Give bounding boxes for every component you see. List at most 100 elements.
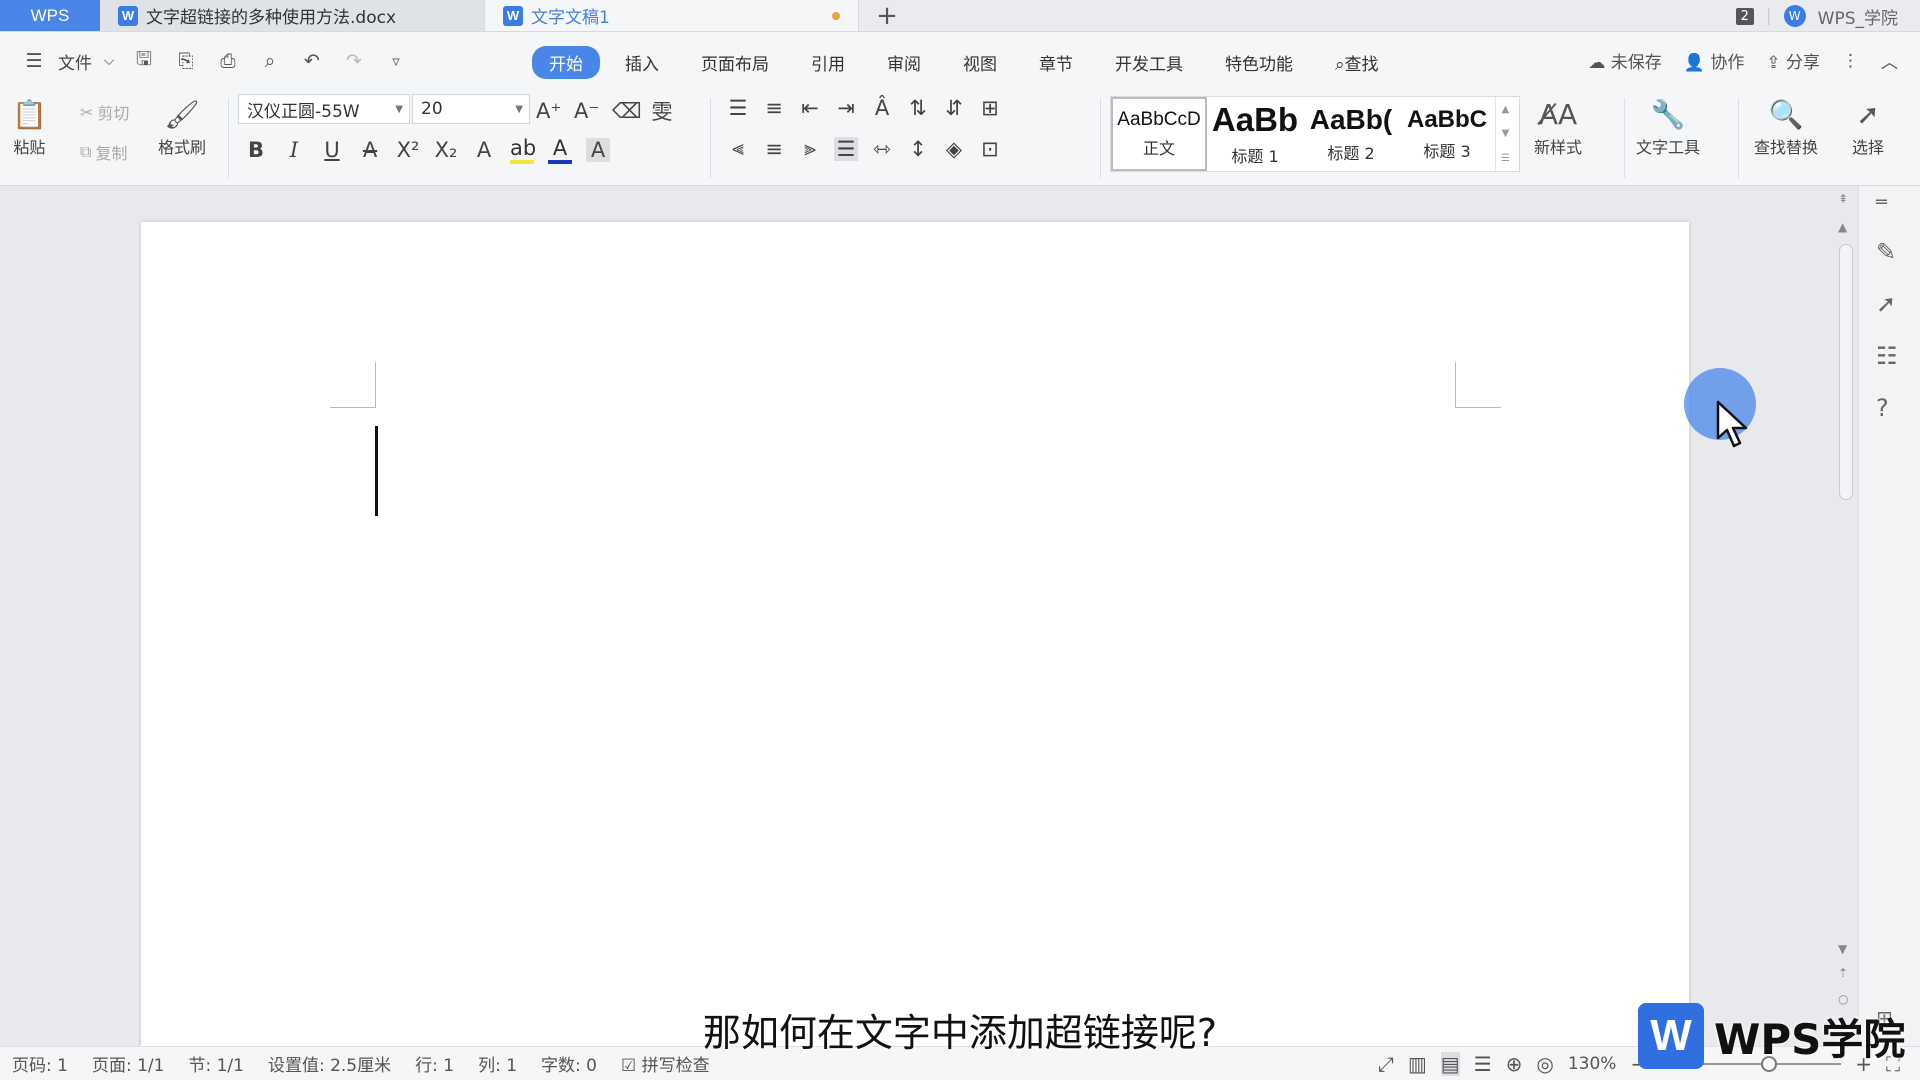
share-button[interactable]: ⇪ 分享 [1766, 48, 1820, 73]
distribute-icon[interactable]: ⇿ [870, 137, 894, 161]
export-pdf-icon[interactable]: ⎘ [168, 46, 204, 76]
help-icon[interactable]: ? [1876, 394, 1889, 422]
document-page[interactable] [141, 222, 1689, 1062]
paste-button[interactable]: 📋 粘贴 [12, 94, 47, 158]
wps-home-tab[interactable]: WPS [0, 0, 100, 31]
search-menu[interactable]: ⌕查找 [1318, 46, 1396, 79]
status-row[interactable]: 行: 1 [403, 1051, 466, 1076]
shrink-font-icon[interactable]: A⁻ [574, 99, 599, 123]
bold-icon[interactable]: B [244, 138, 268, 162]
subscript-icon[interactable]: X₂ [434, 138, 458, 162]
text-effect-icon[interactable]: A [472, 138, 496, 162]
unsaved-status[interactable]: ☁ 未保存 [1588, 48, 1661, 73]
prev-page-icon[interactable]: ⇡ [1838, 966, 1848, 980]
file-menu[interactable]: 文件 [58, 49, 92, 74]
justify-icon[interactable]: ☰ [834, 136, 858, 161]
table-icon[interactable]: ⊞ [978, 96, 1002, 120]
outline-view-icon[interactable]: ☰ [1474, 1052, 1492, 1076]
clear-format-icon[interactable]: ⌫ [612, 99, 642, 123]
document-tab-hyperlink[interactable]: W 文字超链接的多种使用方法.docx [100, 0, 485, 31]
increase-indent-icon[interactable]: ⇥ [834, 96, 858, 120]
tab-developer[interactable]: 开发工具 [1098, 46, 1200, 79]
tab-special-features[interactable]: 特色功能 [1208, 46, 1310, 79]
align-center-icon[interactable]: ≡ [762, 137, 786, 161]
borders-icon[interactable]: ⊡ [978, 137, 1002, 161]
status-pages[interactable]: 页面: 1/1 [80, 1051, 177, 1076]
char-shading-icon[interactable]: A [586, 138, 610, 162]
tab-home[interactable]: 开始 [532, 46, 600, 79]
paragraph-spacing-icon[interactable]: ↕ [906, 137, 930, 161]
numbered-list-icon[interactable]: ≡ [762, 96, 786, 120]
more-options-icon[interactable]: ⋮ [1842, 51, 1859, 71]
save-icon[interactable]: 🖫 [126, 46, 162, 76]
user-avatar-icon[interactable]: W [1783, 5, 1806, 27]
style-heading-1[interactable]: AaBb 标题 1 [1207, 97, 1303, 171]
tab-page-layout[interactable]: 页面布局 [684, 46, 786, 79]
settings-sliders-icon[interactable]: ☷ [1876, 342, 1898, 370]
expand-gallery-icon[interactable]: ☰ [1501, 153, 1510, 164]
scroll-up-icon[interactable]: ▲ [1838, 220, 1847, 234]
font-color-icon[interactable]: A [548, 136, 572, 164]
web-view-icon[interactable]: ⊕ [1506, 1052, 1523, 1076]
select-button[interactable]: ➚ 选择 [1852, 94, 1884, 158]
new-style-button[interactable]: A̸A 新样式 [1534, 94, 1582, 158]
collaborate-button[interactable]: 👤 协作 [1684, 48, 1745, 73]
tab-review[interactable]: 审阅 [870, 46, 938, 79]
underline-icon[interactable]: U [320, 138, 344, 162]
status-column[interactable]: 列: 1 [466, 1051, 529, 1076]
print-preview-icon[interactable]: ⌕ [252, 46, 288, 76]
reading-view-icon[interactable]: ▥ [1408, 1052, 1427, 1076]
document-tab-active[interactable]: W 文字文稿1 [485, 0, 859, 31]
cut-button[interactable]: ✂ 剪切 [80, 100, 129, 124]
new-tab-button[interactable]: + [859, 0, 915, 31]
scroll-down-icon[interactable]: ▼ [1838, 942, 1847, 956]
font-name-select[interactable]: 汉仪正圆-55W ▼ [238, 94, 410, 124]
grow-font-icon[interactable]: A⁺ [536, 99, 561, 123]
text-tools-button[interactable]: 🔧 文字工具 [1636, 94, 1700, 158]
status-word-count[interactable]: 字数: 0 [529, 1051, 609, 1076]
chevron-up-icon[interactable]: ▲ [1502, 104, 1510, 115]
strikethrough-icon[interactable]: A [358, 138, 382, 162]
italic-icon[interactable]: I [282, 138, 306, 162]
tab-references[interactable]: 引用 [794, 46, 862, 79]
shading-icon[interactable]: ◈ [942, 137, 966, 161]
window-count-badge[interactable]: 2 [1735, 7, 1754, 25]
sort-icon[interactable]: ⇅ [906, 96, 930, 120]
print-icon[interactable]: ⎙ [210, 46, 246, 76]
highlight-icon[interactable]: ab [510, 136, 536, 164]
line-spacing-icon[interactable]: ⇵ [942, 96, 966, 120]
user-name[interactable]: WPS_学院 [1818, 4, 1898, 29]
copy-button[interactable]: ⧉ 复制 [80, 140, 127, 164]
bullet-list-icon[interactable]: ☰ [726, 96, 750, 120]
scroll-top-icon[interactable]: ⇞ [1838, 192, 1848, 206]
text-direction-icon[interactable]: Â [870, 96, 894, 120]
tab-insert[interactable]: 插入 [608, 46, 676, 79]
align-left-icon[interactable]: ⫷ [726, 136, 750, 161]
tab-view[interactable]: 视图 [946, 46, 1014, 79]
customize-toolbar-icon[interactable]: ▿ [378, 46, 414, 76]
hamburger-menu-icon[interactable]: ☰ [16, 46, 52, 76]
page-view-icon[interactable]: ▤ [1440, 1052, 1460, 1076]
decrease-indent-icon[interactable]: ⇤ [798, 96, 822, 120]
chevron-down-icon[interactable]: ⌵ [98, 46, 120, 76]
scrollbar-thumb[interactable] [1839, 244, 1853, 500]
tab-section[interactable]: 章节 [1022, 46, 1090, 79]
eye-protection-icon[interactable]: ◎ [1536, 1052, 1553, 1076]
style-normal[interactable]: AaBbCcD 正文 [1111, 97, 1207, 171]
collapse-pane-icon[interactable]: ═ [1876, 192, 1887, 213]
chevron-down-icon[interactable]: ▼ [1502, 128, 1510, 139]
pen-icon[interactable]: ✎ [1876, 238, 1896, 266]
status-page-number[interactable]: 页码: 1 [0, 1051, 80, 1076]
status-setting-value[interactable]: 设置值: 2.5厘米 [256, 1051, 403, 1076]
zoom-level[interactable]: 130% [1568, 1054, 1617, 1074]
style-heading-3[interactable]: AaBbC 标题 3 [1399, 97, 1495, 171]
find-replace-button[interactable]: 🔍 查找替换 [1754, 94, 1818, 158]
align-right-icon[interactable]: ⫸ [798, 136, 822, 161]
collapse-ribbon-icon[interactable]: ︿ [1881, 48, 1898, 73]
select-pointer-icon[interactable]: ➚ [1876, 290, 1896, 318]
phonetic-guide-icon[interactable]: 雯 [650, 96, 674, 126]
vertical-scrollbar[interactable]: ⇞ ▲ ▼ ⇡ ○ ⇣ [1834, 186, 1858, 1046]
fullscreen-icon[interactable]: ⤢ [1378, 1052, 1394, 1076]
font-size-select[interactable]: 20 ▼ [412, 94, 530, 124]
status-section[interactable]: 节: 1/1 [176, 1051, 256, 1076]
